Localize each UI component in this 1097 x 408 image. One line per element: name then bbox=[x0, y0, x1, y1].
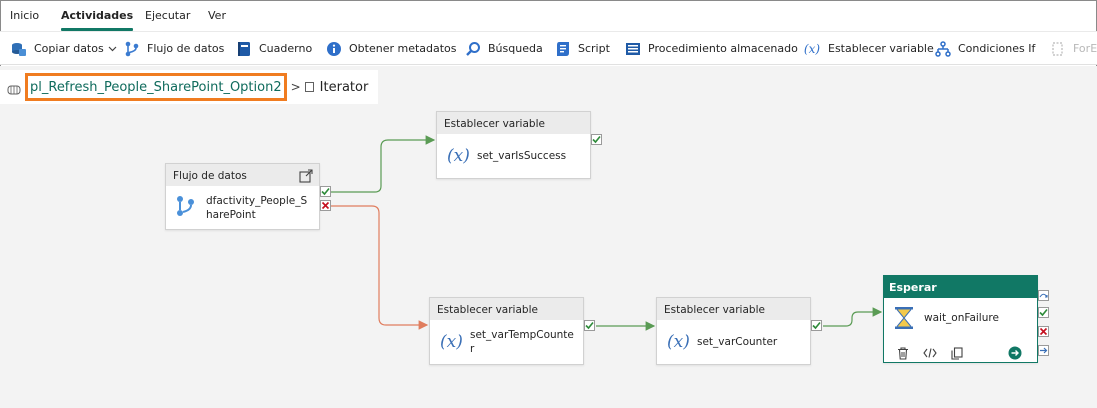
notebook-icon bbox=[236, 41, 252, 57]
if-condition-button[interactable]: Condiciones If bbox=[935, 32, 1035, 65]
stored-procedure-label: Procedimiento almacenado bbox=[648, 42, 798, 55]
success-port[interactable] bbox=[1038, 307, 1049, 318]
code-icon[interactable] bbox=[923, 346, 937, 360]
copy-data-label: Copiar datos bbox=[34, 42, 104, 55]
tab-actividades[interactable]: Actividades bbox=[61, 9, 134, 31]
completion-port[interactable] bbox=[1038, 345, 1049, 356]
failure-port[interactable] bbox=[320, 200, 331, 211]
if-condition-label: Condiciones If bbox=[958, 42, 1036, 55]
success-port[interactable] bbox=[320, 186, 331, 197]
lookup-label: Búsqueda bbox=[488, 42, 543, 55]
variable-icon: (x) bbox=[803, 41, 821, 56]
breadcrumb-separator: > bbox=[290, 80, 301, 94]
variable-icon: (x) bbox=[447, 146, 470, 166]
activity-name: set_varTempCounte r bbox=[470, 329, 574, 355]
dataflow-activity[interactable]: Flujo de datos dfactivity_People_S hareP… bbox=[165, 163, 320, 230]
activity-name: set_varIsSuccess bbox=[477, 150, 567, 162]
notebook-label: Cuaderno bbox=[259, 42, 313, 55]
skip-port[interactable] bbox=[1038, 290, 1049, 301]
get-metadata-button[interactable]: Obtener metadatos bbox=[326, 32, 457, 65]
copy-data-button[interactable]: Copiar datos bbox=[11, 32, 117, 65]
activity-type-label: Establecer variable bbox=[430, 298, 583, 320]
if-condition-icon bbox=[935, 40, 951, 57]
stored-procedure-icon bbox=[625, 41, 641, 57]
foreach-label: ForEa bbox=[1073, 42, 1097, 55]
failure-port[interactable] bbox=[1038, 326, 1049, 337]
dataflow-icon bbox=[124, 41, 140, 57]
success-port[interactable] bbox=[811, 320, 822, 331]
get-metadata-label: Obtener metadatos bbox=[349, 42, 457, 55]
activities-toolbar: Copiar datos Flujo de datos Cuaderno Obt… bbox=[0, 31, 1097, 65]
activity-type-label: Flujo de datos bbox=[166, 164, 319, 186]
script-button[interactable]: Script bbox=[555, 32, 610, 65]
activity-type-label: Establecer variable bbox=[437, 112, 590, 134]
notebook-button[interactable]: Cuaderno bbox=[236, 32, 312, 65]
tab-ver[interactable]: Ver bbox=[208, 9, 226, 22]
set-variable-activity-success[interactable]: Establecer variable (x) set_varIsSuccess bbox=[436, 111, 591, 179]
set-variable-button[interactable]: (x) Establecer variable bbox=[803, 32, 934, 65]
breadcrumb-current-label: Iterator bbox=[319, 79, 369, 95]
script-icon bbox=[555, 41, 571, 57]
stored-procedure-button[interactable]: Procedimiento almacenado bbox=[625, 32, 798, 65]
info-icon bbox=[326, 41, 342, 57]
open-external-icon[interactable] bbox=[299, 168, 313, 183]
activity-type-label: Establecer variable bbox=[657, 298, 810, 320]
set-variable-activity-temp-counter[interactable]: Establecer variable (x) set_varTempCount… bbox=[429, 297, 584, 365]
dataflow-icon bbox=[176, 195, 206, 221]
script-label: Script bbox=[578, 42, 610, 55]
tab-ejecutar[interactable]: Ejecutar bbox=[145, 9, 190, 22]
activity-name: dfactivity_People_S harePoint bbox=[206, 194, 308, 221]
delete-icon[interactable] bbox=[896, 346, 910, 360]
set-variable-label: Establecer variable bbox=[828, 42, 934, 55]
go-arrow-icon[interactable] bbox=[1008, 346, 1022, 360]
wait-activity[interactable]: Esperar wait_onFailure bbox=[883, 275, 1038, 363]
variable-icon: (x) bbox=[440, 332, 463, 352]
tab-inicio[interactable]: Inicio bbox=[10, 9, 39, 22]
copy-data-icon bbox=[11, 41, 27, 57]
breadcrumb: pl_Refresh_People_SharePoint_Option2 > I… bbox=[0, 70, 379, 104]
foreach-container-icon bbox=[304, 82, 314, 92]
hourglass-icon bbox=[894, 306, 914, 330]
success-port[interactable] bbox=[584, 320, 595, 331]
activity-name: set_varCounter bbox=[697, 336, 778, 348]
copy-icon[interactable] bbox=[950, 346, 964, 360]
menu-bar: Inicio Actividades Ejecutar Ver bbox=[0, 0, 1097, 31]
dataflow-button[interactable]: Flujo de datos bbox=[124, 32, 224, 65]
pipeline-icon bbox=[7, 81, 21, 95]
breadcrumb-current: Iterator bbox=[304, 79, 369, 95]
lookup-button[interactable]: Búsqueda bbox=[465, 32, 543, 65]
wait-activity-actions bbox=[884, 344, 1037, 362]
foreach-icon bbox=[1050, 41, 1066, 57]
foreach-button[interactable]: ForEa bbox=[1050, 32, 1097, 65]
set-variable-activity-counter[interactable]: Establecer variable (x) set_varCounter bbox=[656, 297, 811, 365]
success-port[interactable] bbox=[591, 134, 602, 145]
chevron-down-icon bbox=[108, 42, 117, 55]
activity-type-label: Esperar bbox=[884, 276, 1037, 298]
activity-name: wait_onFailure bbox=[924, 312, 999, 324]
search-icon bbox=[465, 41, 481, 57]
variable-icon: (x) bbox=[667, 332, 690, 352]
breadcrumb-pipeline-link[interactable]: pl_Refresh_People_SharePoint_Option2 bbox=[25, 73, 287, 101]
dataflow-label: Flujo de datos bbox=[147, 42, 225, 55]
